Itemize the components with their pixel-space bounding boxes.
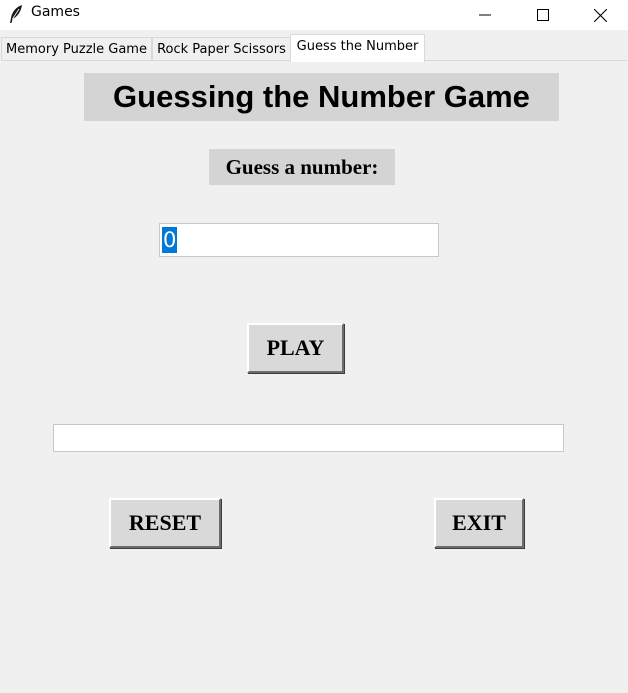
reset-button[interactable]: RESET [109,498,221,548]
guess-input[interactable]: 0 [159,223,439,257]
tab-memory-puzzle[interactable]: Memory Puzzle Game [1,37,152,60]
exit-button[interactable]: EXIT [434,498,524,548]
window-title: Games [31,4,80,20]
title-bar: Games [0,0,628,30]
guess-input-value: 0 [162,227,178,253]
tab-guess-the-number[interactable]: Guess the Number [290,34,425,62]
tab-rock-paper-scissors[interactable]: Rock Paper Scissors [152,37,291,60]
maximize-icon [537,9,549,21]
result-field [53,424,564,452]
tab-bar: Memory Puzzle Game Rock Paper Scissors G… [0,32,628,62]
minimize-icon [479,14,491,16]
play-button[interactable]: PLAY [247,323,344,373]
maximize-button[interactable] [514,0,572,30]
game-heading: Guessing the Number Game [84,73,559,121]
feather-icon [10,5,22,23]
close-icon [593,8,607,22]
minimize-button[interactable] [456,0,514,30]
close-button[interactable] [571,0,628,30]
guess-prompt-label: Guess a number: [209,149,395,185]
